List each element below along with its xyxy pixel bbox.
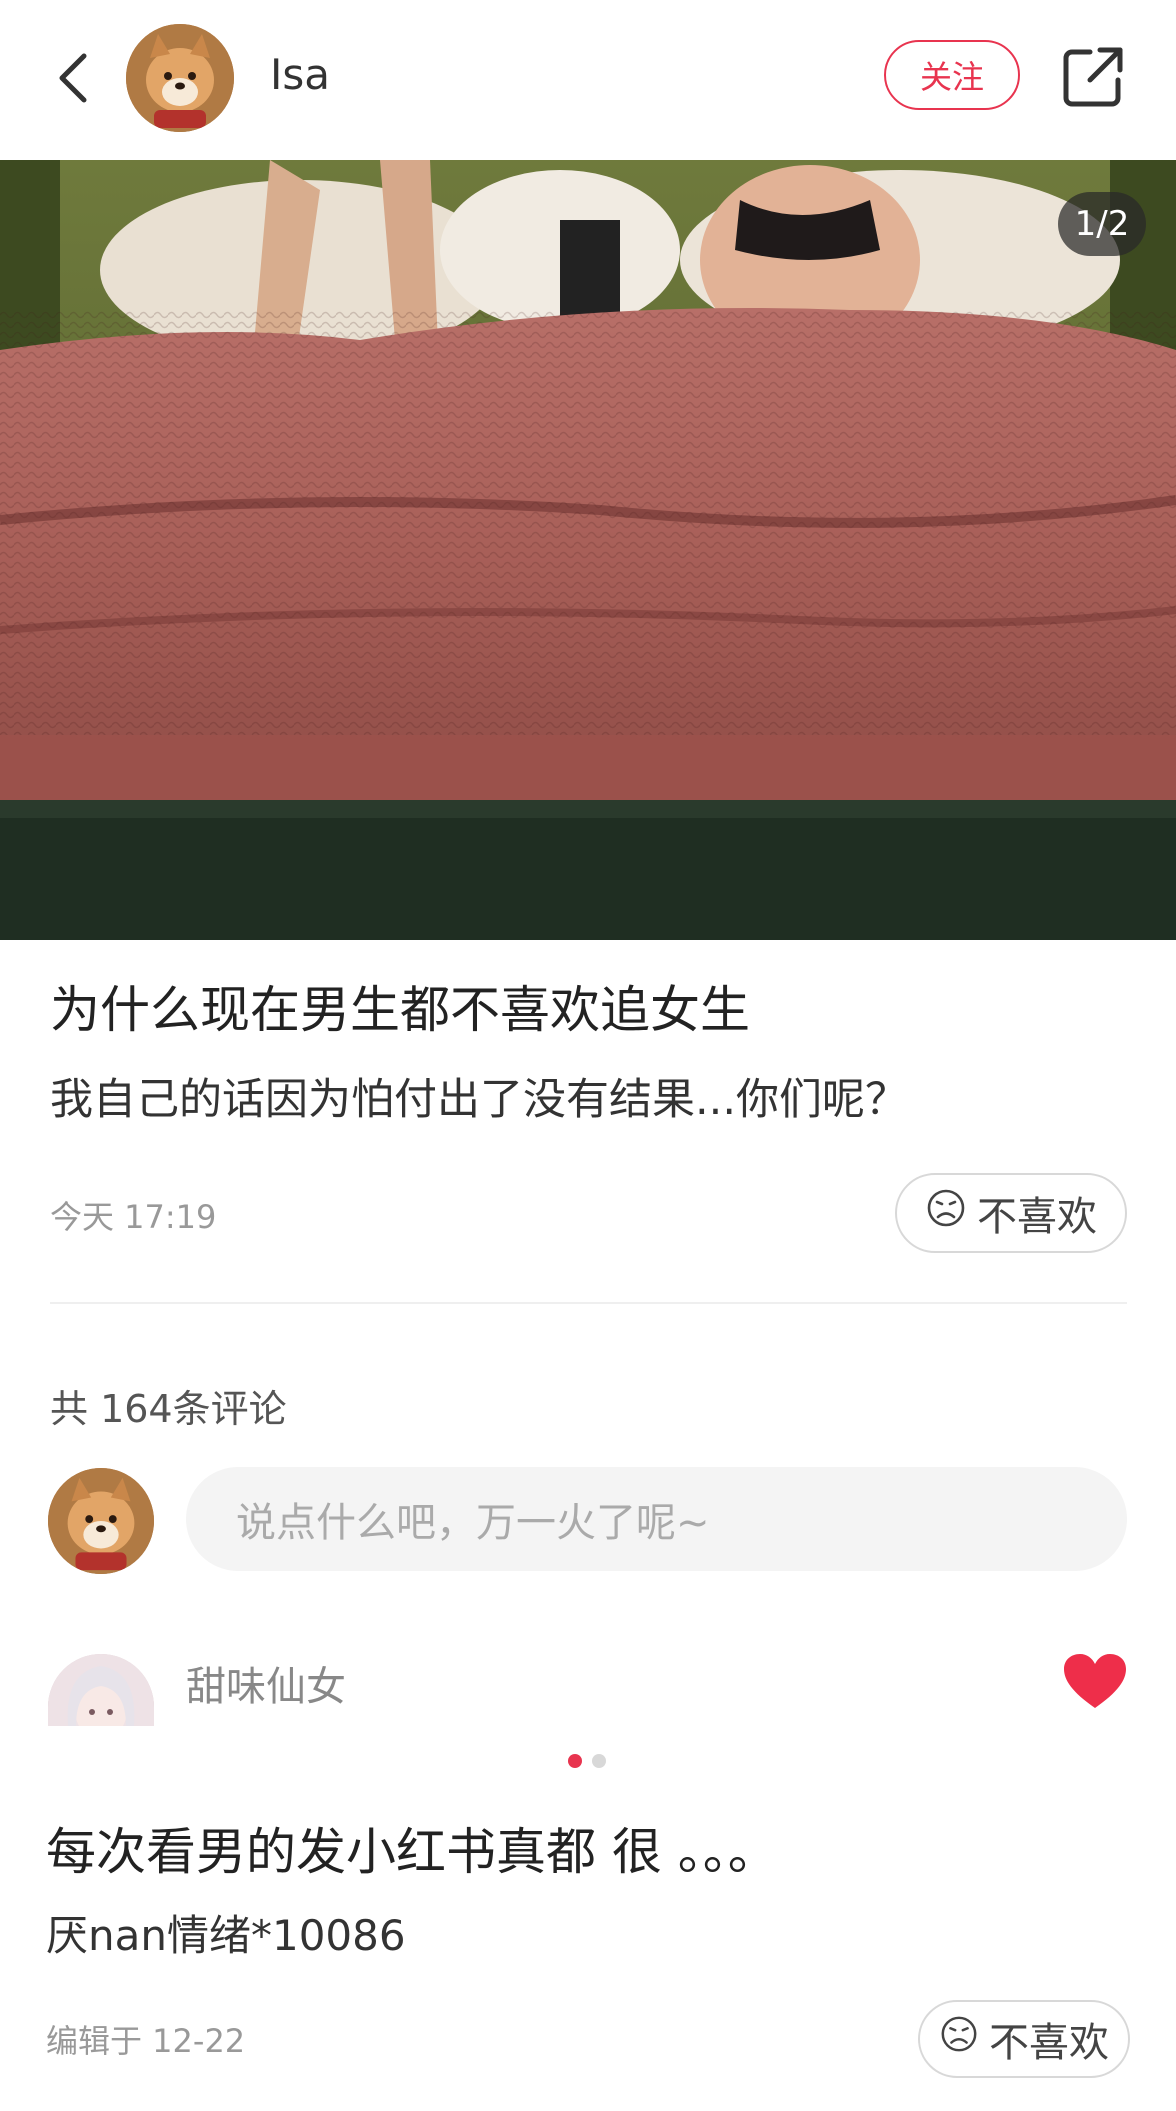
second-post-edited-time: 编辑于 12-22 (46, 2022, 246, 2060)
dislike-button-second[interactable]: 不喜欢 (918, 2000, 1130, 2078)
author-avatar[interactable] (126, 24, 234, 132)
frown-face-icon (939, 2014, 979, 2064)
comment-count: 共 164条评论 (50, 1387, 287, 1431)
heart-filled-icon[interactable] (1062, 1652, 1128, 1712)
author-name[interactable]: Isa (270, 50, 330, 99)
carousel-dot-active[interactable] (568, 1754, 582, 1768)
frown-face-icon (925, 1187, 967, 1239)
my-avatar (48, 1468, 154, 1574)
dislike-label: 不喜欢 (977, 1194, 1097, 1240)
post-body: 我自己的话因为怕付出了没有结果...你们呢？ (50, 1075, 909, 1125)
commenter-avatar[interactable] (48, 1654, 154, 1726)
commenter-name[interactable]: 甜味仙女 (186, 1654, 346, 1712)
second-post-body: 厌nan情绪*10086 (46, 1911, 406, 1960)
carousel-indicator (568, 1754, 606, 1770)
dislike-button[interactable]: 不喜欢 (895, 1173, 1127, 1253)
share-icon[interactable] (1060, 44, 1126, 110)
second-post-title: 每次看男的发小红书真都 很 。。。 (46, 1823, 778, 1881)
carousel-dot[interactable] (592, 1754, 606, 1768)
dislike-label: 不喜欢 (989, 2020, 1109, 2066)
comment-input[interactable]: 说点什么吧，万一火了呢~ (186, 1467, 1127, 1571)
post-title: 为什么现在男生都不喜欢追女生 (50, 981, 750, 1039)
follow-button[interactable]: 关注 (884, 40, 1020, 110)
post-timestamp: 今天 17:19 (50, 1198, 217, 1236)
divider (50, 1302, 1127, 1304)
post-image[interactable] (0, 160, 1176, 940)
back-arrow-icon[interactable] (40, 42, 110, 112)
image-page-counter: 1/2 (1058, 192, 1146, 256)
